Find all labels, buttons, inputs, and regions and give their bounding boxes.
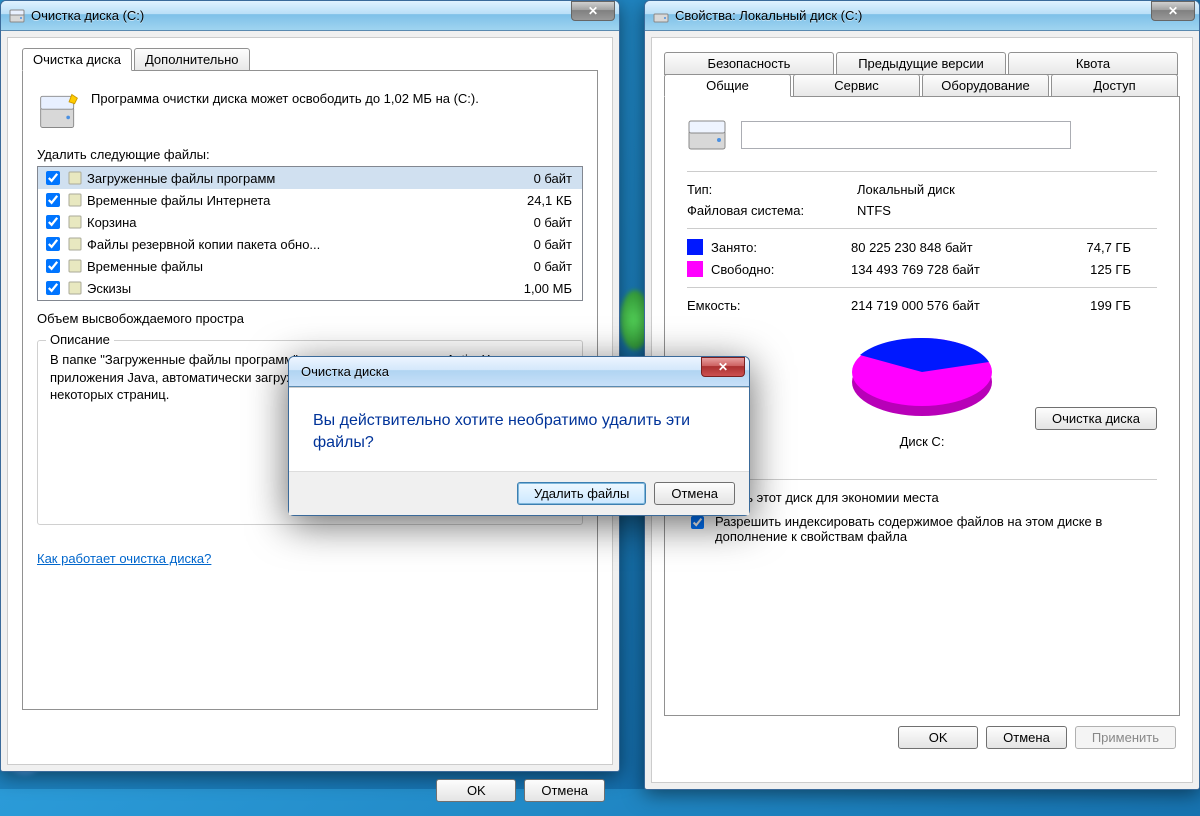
capacity-label: Емкость: [687, 298, 851, 313]
cancel-button[interactable]: Отмена [524, 779, 605, 802]
file-name: Загруженные файлы программ [87, 171, 494, 186]
apply-button[interactable]: Применить [1075, 726, 1176, 749]
summary-text: Программа очистки диска может освободить… [91, 89, 479, 133]
file-checkbox[interactable] [46, 171, 60, 185]
close-button[interactable]: ✕ [701, 357, 745, 377]
disk-cleanup-icon [9, 8, 25, 24]
titlebar[interactable]: Очистка диска ✕ [289, 357, 749, 387]
drive-large-icon [687, 115, 727, 155]
file-name: Файлы резервной копии пакета обно... [87, 237, 494, 252]
delete-files-label: Удалить следующие файлы: [37, 147, 583, 162]
file-checkbox[interactable] [46, 259, 60, 273]
freed-space-label: Объем высвобождаемого простра [37, 311, 583, 326]
file-size: 0 байт [498, 171, 578, 186]
file-type-icon [67, 170, 83, 186]
file-size: 0 байт [498, 259, 578, 274]
delete-files-button[interactable]: Удалить файлы [517, 482, 646, 505]
free-swatch [687, 261, 703, 277]
file-list-row[interactable]: Временные файлы Интернета 24,1 КБ [38, 189, 582, 211]
capacity-gb: 199 ГБ [1051, 298, 1131, 313]
titlebar[interactable]: Свойства: Локальный диск (C:) ✕ [645, 1, 1199, 31]
cancel-button[interactable]: Отмена [654, 482, 735, 505]
drive-icon [653, 8, 669, 24]
file-checkbox[interactable] [46, 215, 60, 229]
file-name: Временные файлы [87, 259, 494, 274]
file-list-row[interactable]: Загруженные файлы программ 0 байт [38, 167, 582, 189]
dialog-title: Очистка диска [297, 364, 701, 379]
fs-label: Файловая система: [687, 203, 857, 218]
file-name: Временные файлы Интернета [87, 193, 494, 208]
file-size: 0 байт [498, 215, 578, 230]
tab-quota[interactable]: Квота [1008, 52, 1178, 75]
tab-hardware[interactable]: Оборудование [922, 74, 1049, 97]
file-checkbox[interactable] [46, 237, 60, 251]
file-name: Корзина [87, 215, 494, 230]
help-link[interactable]: Как работает очистка диска? [37, 551, 211, 566]
file-size: 0 байт [498, 237, 578, 252]
usage-pie-chart [842, 327, 1002, 427]
used-gb: 74,7 ГБ [1051, 240, 1131, 255]
file-checkbox[interactable] [46, 281, 60, 295]
disk-cleanup-button[interactable]: Очистка диска [1035, 407, 1157, 430]
file-type-icon [67, 192, 83, 208]
confirm-message: Вы действительно хотите необратимо удали… [313, 410, 725, 455]
file-type-icon [67, 280, 83, 296]
fs-value: NTFS [857, 203, 891, 218]
file-type-icon [67, 236, 83, 252]
file-size: 1,00 МБ [498, 281, 578, 296]
volume-name-input[interactable] [741, 121, 1071, 149]
cancel-button[interactable]: Отмена [986, 726, 1067, 749]
tab-tools[interactable]: Сервис [793, 74, 920, 97]
file-name: Эскизы [87, 281, 494, 296]
file-type-icon [67, 214, 83, 230]
file-checkbox[interactable] [46, 193, 60, 207]
used-label: Занято: [711, 240, 851, 255]
description-legend: Описание [46, 332, 114, 347]
free-gb: 125 ГБ [1051, 262, 1131, 277]
tab-sharing[interactable]: Доступ [1051, 74, 1178, 97]
tab-previous-versions[interactable]: Предыдущие версии [836, 52, 1006, 75]
disk-cleanup-large-icon [37, 89, 81, 133]
index-label: Разрешить индексировать содержимое файло… [715, 514, 1135, 544]
file-size: 24,1 КБ [498, 193, 578, 208]
type-value: Локальный диск [857, 182, 955, 197]
window-title: Очистка диска (C:) [31, 8, 571, 23]
confirm-delete-dialog: Очистка диска ✕ Вы действительно хотите … [288, 356, 750, 516]
tab-more-options[interactable]: Дополнительно [134, 48, 250, 71]
pie-caption: Диск C: [687, 434, 1157, 449]
capacity-bytes: 214 719 000 576 байт [851, 298, 1051, 313]
file-list[interactable]: Загруженные файлы программ0 байтВременны… [37, 166, 583, 301]
tab-cleanup[interactable]: Очистка диска [22, 48, 132, 71]
ok-button[interactable]: OK [898, 726, 978, 749]
file-list-row[interactable]: Временные файлы 0 байт [38, 255, 582, 277]
tab-general[interactable]: Общие [664, 74, 791, 97]
type-label: Тип: [687, 182, 857, 197]
free-bytes: 134 493 769 728 байт [851, 262, 1051, 277]
index-checkbox[interactable] [691, 516, 704, 529]
file-list-row[interactable]: Корзина 0 байт [38, 211, 582, 233]
close-button[interactable]: ✕ [1151, 1, 1195, 21]
file-list-row[interactable]: Файлы резервной копии пакета обно... 0 ба… [38, 233, 582, 255]
titlebar[interactable]: Очистка диска (C:) ✕ [1, 1, 619, 31]
close-button[interactable]: ✕ [571, 1, 615, 21]
ok-button[interactable]: OK [436, 779, 516, 802]
file-type-icon [67, 258, 83, 274]
used-swatch [687, 239, 703, 255]
window-title: Свойства: Локальный диск (C:) [675, 8, 1151, 23]
used-bytes: 80 225 230 848 байт [851, 240, 1051, 255]
file-list-row[interactable]: Эскизы 1,00 МБ [38, 277, 582, 299]
free-label: Свободно: [711, 262, 851, 277]
tab-security[interactable]: Безопасность [664, 52, 834, 75]
